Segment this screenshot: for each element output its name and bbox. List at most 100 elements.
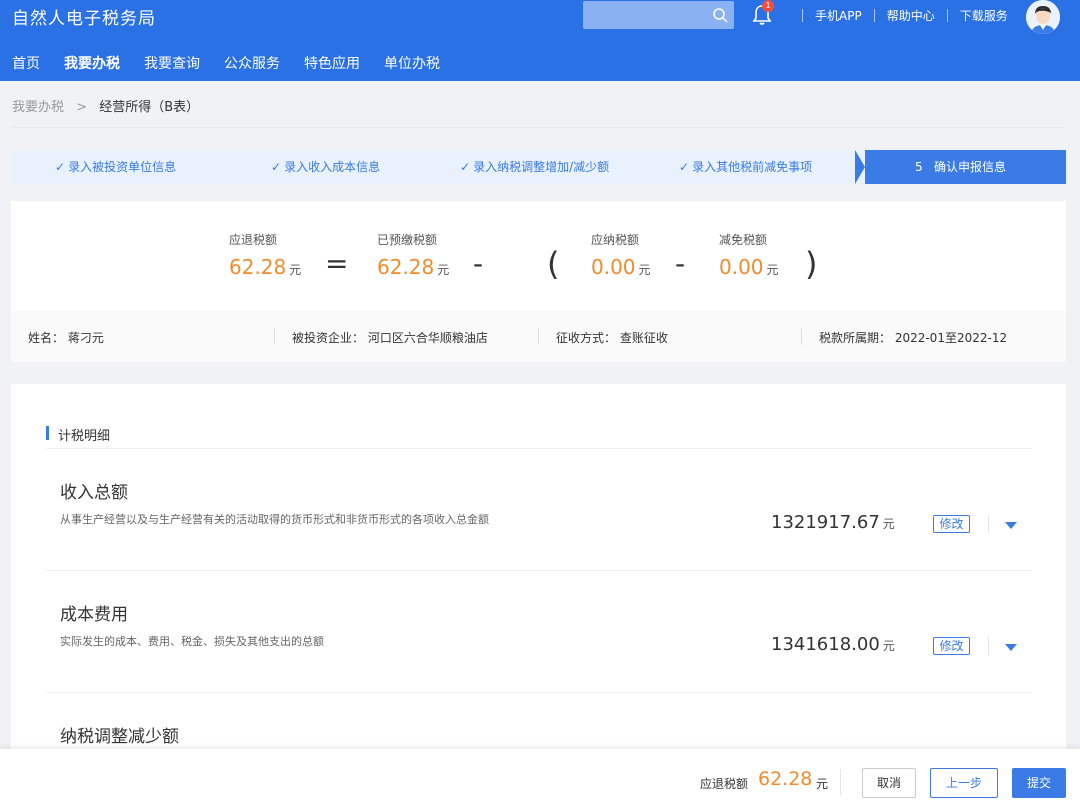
breadcrumb-arrow-icon: > — [76, 100, 88, 115]
check-icon: ✓ — [271, 160, 282, 174]
step-label: 确认申报信息 — [934, 160, 1007, 174]
top-links: 手机APP 帮助中心 下载服务 — [790, 7, 1008, 23]
help-center-link[interactable]: 帮助中心 — [887, 7, 935, 24]
cost-expense-amount: 1341618.00 元 — [771, 634, 895, 655]
step-label: 录入被投资单位信息 — [68, 160, 177, 174]
edit-income-button[interactable]: 修改 — [933, 515, 970, 533]
nav-query[interactable]: 我要查询 — [132, 52, 212, 76]
site-title[interactable]: 自然人电子税务局 — [12, 4, 156, 29]
previous-step-button[interactable]: 上一步 — [930, 768, 998, 798]
left-paren: ( — [547, 245, 560, 283]
breadcrumb: 我要办税 > 经营所得（B表） — [12, 96, 199, 115]
step-label: 录入收入成本信息 — [284, 160, 381, 174]
search-icon[interactable] — [712, 7, 728, 23]
cancel-button[interactable]: 取消 — [862, 768, 916, 798]
refund-value: 62.28 元 — [229, 255, 301, 279]
prepaid-value: 62.28 元 — [377, 255, 449, 279]
divider — [274, 329, 275, 345]
step-number: 5 — [914, 160, 923, 174]
expand-caret-icon[interactable] — [1005, 522, 1017, 529]
minus-sign: - — [675, 247, 686, 280]
refund-amount: 62.28 — [229, 255, 287, 279]
breadcrumb-parent[interactable]: 我要办税 — [12, 100, 64, 115]
amount-value: 1321917.67 — [771, 512, 880, 533]
unit: 元 — [816, 777, 829, 791]
unit: 元 — [638, 263, 651, 277]
nav-tax-handling[interactable]: 我要办税 — [52, 52, 132, 76]
step-2[interactable]: ✓ 录入收入成本信息 — [271, 150, 380, 184]
step-label: 录入纳税调整增加/减少额 — [473, 160, 610, 174]
step-progress: ✓ 录入被投资单位信息 ✓ 录入收入成本信息 ✓ 录入纳税调整增加/减少额 ✓ 录入其他… — [11, 150, 1066, 184]
reduced-amount: 0.00 — [719, 255, 764, 279]
prepaid-amount: 62.28 — [377, 255, 435, 279]
notification-badge: 1 — [762, 0, 774, 12]
unit: 元 — [882, 639, 895, 653]
search-input[interactable] — [583, 1, 734, 29]
right-paren: ) — [805, 245, 818, 283]
user-avatar-icon — [1026, 0, 1060, 34]
expand-caret-icon[interactable] — [1005, 644, 1017, 651]
step-1[interactable]: ✓ 录入被投资单位信息 — [55, 150, 176, 184]
bottom-refund-value: 62.28 — [758, 768, 813, 790]
section-title: 计税明细 — [46, 425, 110, 444]
breadcrumb-current: 经营所得（B表） — [99, 100, 200, 115]
nav-unit-tax[interactable]: 单位办税 — [372, 52, 452, 76]
unit: 元 — [766, 263, 779, 277]
check-icon: ✓ — [55, 160, 66, 174]
divider — [988, 515, 989, 533]
divider — [946, 8, 948, 22]
unit: 元 — [289, 263, 302, 277]
bottom-refund-label: 应退税额 — [700, 777, 749, 791]
divider — [988, 637, 989, 655]
nav-home[interactable]: 首页 — [0, 52, 52, 76]
divider — [840, 769, 841, 795]
reduced-value: 0.00 元 — [719, 255, 779, 279]
cost-expense-title: 成本费用 — [60, 605, 128, 625]
check-icon: ✓ — [460, 160, 471, 174]
step-4[interactable]: ✓ 录入其他税前减免事项 — [679, 150, 812, 184]
collection-method: 征收方式： 查账征收 — [556, 331, 668, 345]
taxpayer-info-row: 姓名： 蒋刁元 被投资企业： 河口区六合华顺粮油店 征收方式： 查账征收 税款所… — [11, 311, 1066, 362]
minus-sign: - — [473, 247, 484, 280]
income-total-title: 收入总额 — [60, 483, 128, 503]
main-nav: 首页 我要办税 我要查询 公众服务 特色应用 单位办税 — [0, 52, 452, 76]
equals-sign: = — [325, 247, 349, 280]
payable-value: 0.00 元 — [591, 255, 651, 279]
divider — [538, 329, 539, 345]
divider — [802, 8, 803, 22]
step-3[interactable]: ✓ 录入纳税调整增加/减少额 — [460, 150, 609, 184]
divider — [46, 570, 1032, 571]
divider — [873, 8, 875, 22]
tax-summary-card: 应退税额 62.28 元 = 已预缴税额 62.28 元 - ( 应纳税额 0.00… — [11, 201, 1066, 362]
download-service-link[interactable]: 下载服务 — [960, 7, 1008, 24]
income-total-desc: 从事生产经营以及与生产经营有关的活动取得的货币形式和非货币形式的各项收入总金额 — [60, 513, 489, 526]
unit: 元 — [882, 517, 895, 531]
taxpayer-name: 姓名： 蒋刁元 — [28, 331, 104, 345]
divider — [46, 692, 1032, 693]
nav-public-service[interactable]: 公众服务 — [212, 52, 292, 76]
divider — [12, 127, 1067, 128]
tax-detail-card: 计税明细 收入总额 从事生产经营以及与生产经营有关的活动取得的货币形式和非货币形… — [11, 384, 1066, 754]
mobile-app-link[interactable]: 手机APP — [815, 7, 862, 24]
divider — [46, 448, 1032, 449]
tax-adjust-decrease-title: 纳税调整减少额 — [60, 727, 179, 747]
step-label: 录入其他税前减免事项 — [692, 160, 813, 174]
divider — [801, 329, 802, 345]
payable-amount: 0.00 — [591, 255, 636, 279]
nav-featured-apps[interactable]: 特色应用 — [292, 52, 372, 76]
cost-expense-desc: 实际发生的成本、费用、税金、损失及其他支出的总额 — [60, 635, 324, 648]
submit-button[interactable]: 提交 — [1012, 768, 1066, 798]
tax-period: 税款所属期： 2022-01至2022-12 — [819, 331, 1008, 345]
step-5-active: 5 确认申报信息 — [855, 150, 1066, 184]
avatar[interactable] — [1026, 0, 1060, 34]
income-total-amount: 1321917.67 元 — [771, 512, 895, 533]
prepaid-label: 已预缴税额 — [377, 233, 438, 247]
top-header: 自然人电子税务局 1 手机APP 帮助中心 下载服务 首页 我要办税 我要查询 … — [0, 0, 1080, 81]
edit-cost-button[interactable]: 修改 — [933, 637, 970, 655]
invested-company: 被投资企业： 河口区六合华顺粮油店 — [292, 331, 488, 345]
refund-label: 应退税额 — [229, 233, 278, 247]
check-icon: ✓ — [679, 160, 690, 174]
payable-label: 应纳税额 — [591, 233, 640, 247]
amount-value: 1341618.00 — [771, 634, 880, 655]
reduced-label: 减免税额 — [719, 233, 768, 247]
